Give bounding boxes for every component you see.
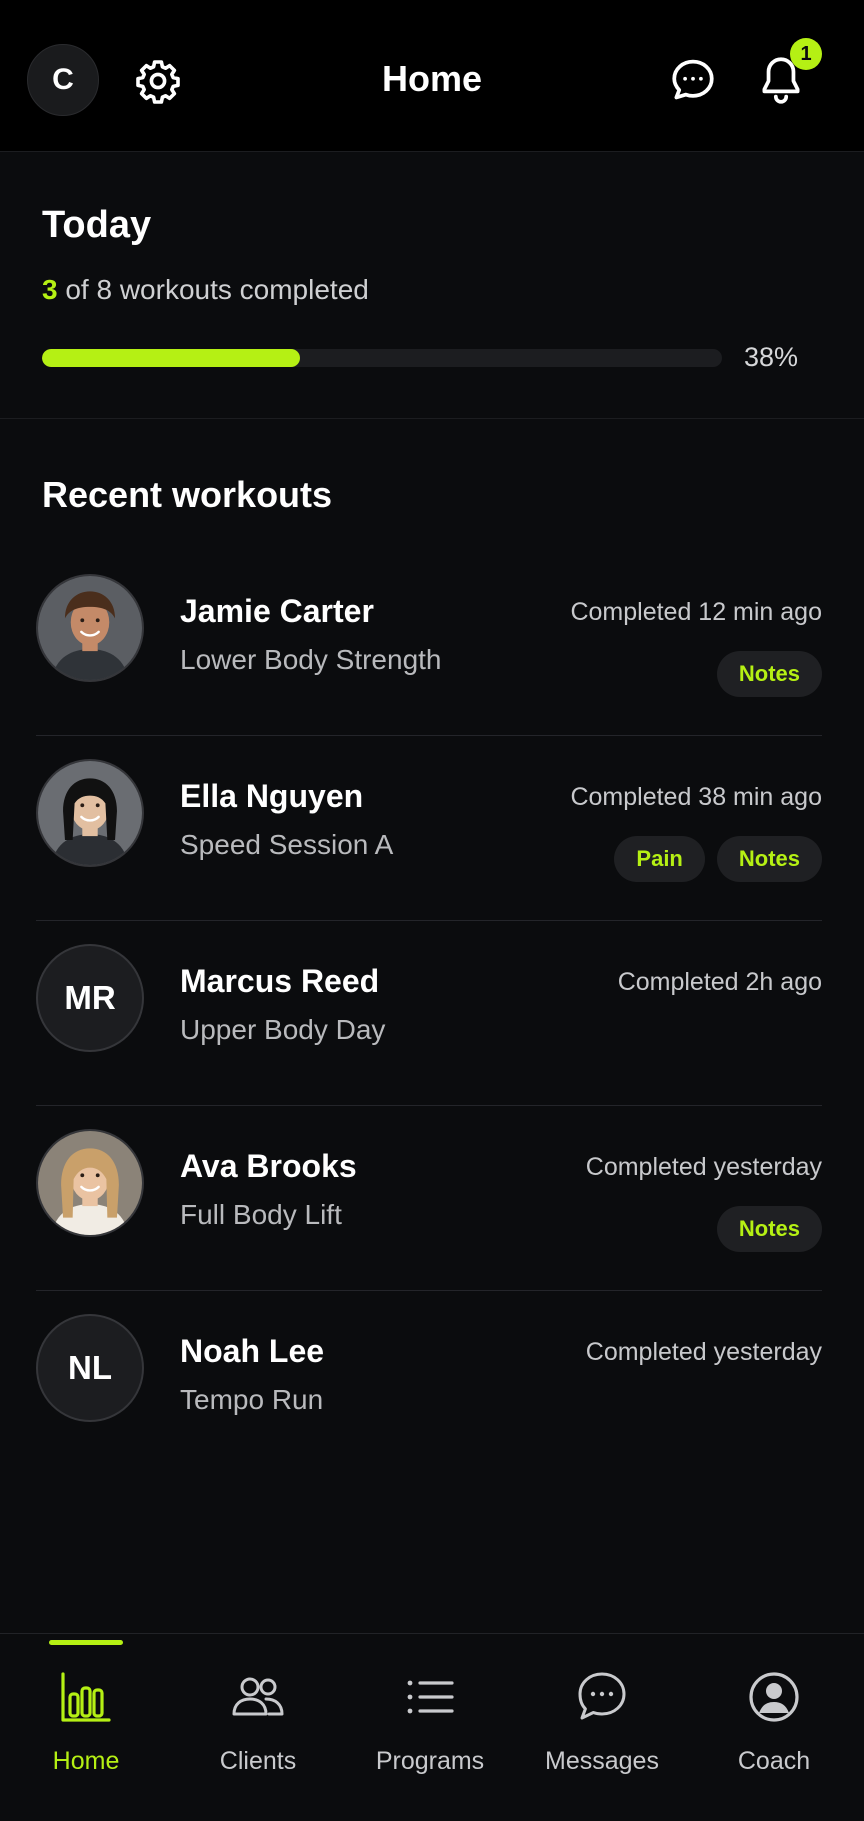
active-tab-indicator — [49, 1640, 123, 1645]
completed-time: Completed yesterday — [585, 1338, 822, 1366]
recent-workouts-list: Jamie Carter Lower Body Strength Completed… — [36, 551, 822, 1476]
workout-program: Lower Body Strength — [180, 644, 442, 675]
workout-row[interactable]: Jamie Carter Lower Body Strength Completed… — [36, 551, 822, 736]
notes-tag[interactable]: Notes — [716, 836, 822, 882]
pain-tag[interactable]: Pain — [614, 836, 705, 882]
app-screen: C Home 1 Today 3 of 8 workouts completed… — [0, 0, 864, 1821]
notes-tag[interactable]: Notes — [716, 1206, 822, 1252]
nav-label: Home — [52, 1747, 120, 1775]
nav-label: Programs — [375, 1747, 485, 1775]
workout-row[interactable]: Ella Nguyen Speed Session A Completed 38 m… — [36, 736, 822, 921]
workout-tags: Notes — [716, 1206, 822, 1252]
nav-label: Coach — [737, 1747, 811, 1775]
nav-item-coach[interactable]: Coach — [688, 1634, 860, 1821]
nav-item-home[interactable]: Home — [0, 1634, 172, 1821]
chat-bubble-icon — [573, 1668, 631, 1726]
workout-program: Speed Session A — [180, 829, 394, 860]
workout-row[interactable]: NL Noah Lee Tempo Run Completed yesterday — [36, 1291, 822, 1476]
workout-tags: Pain Notes — [614, 836, 822, 882]
notification-badge: 1 — [790, 38, 822, 70]
notes-tag[interactable]: Notes — [716, 651, 822, 697]
workout-row[interactable]: Ava Brooks Full Body Lift Completed yester… — [36, 1106, 822, 1291]
client-name: Jamie Carter — [180, 593, 374, 629]
top-bar: C Home 1 — [0, 0, 864, 152]
client-name: Marcus Reed — [180, 963, 380, 999]
users-icon — [229, 1668, 287, 1726]
today-title: Today — [42, 204, 152, 246]
chat-bubble-icon[interactable] — [668, 55, 718, 105]
client-avatar: NL — [36, 1314, 144, 1422]
completed-count: 3 — [42, 274, 58, 305]
completed-time: Completed 2h ago — [617, 968, 822, 996]
nav-item-programs[interactable]: Programs — [344, 1634, 516, 1821]
nav-label: Messages — [545, 1747, 659, 1775]
progress-bar — [42, 349, 722, 367]
workout-program: Tempo Run — [180, 1384, 324, 1415]
recent-workouts-title: Recent workouts — [42, 474, 333, 515]
client-name: Ella Nguyen — [180, 778, 364, 814]
completed-time: Completed 38 min ago — [570, 783, 822, 811]
workouts-summary: 3 of 8 workouts completed — [42, 274, 369, 306]
nav-item-clients[interactable]: Clients — [172, 1634, 344, 1821]
client-avatar: MR — [36, 944, 144, 1052]
nav-item-messages[interactable]: Messages — [516, 1634, 688, 1821]
workout-program: Upper Body Day — [180, 1014, 386, 1045]
completed-time: Completed yesterday — [585, 1153, 822, 1181]
list-icon — [401, 1668, 459, 1726]
bottom-navigation: Home Clients Programs Messages Coach — [0, 1633, 864, 1821]
workout-program: Full Body Lift — [180, 1199, 342, 1230]
client-name: Ava Brooks — [180, 1148, 357, 1184]
client-name: Noah Lee — [180, 1333, 325, 1369]
workout-row[interactable]: MR Marcus Reed Upper Body Day Completed 2h … — [36, 921, 822, 1106]
user-circle-icon — [745, 1668, 803, 1726]
workout-tags: Notes — [716, 651, 822, 697]
summary-text: of 8 workouts completed — [57, 274, 369, 305]
progress-fill — [42, 349, 301, 367]
client-avatar — [36, 574, 144, 682]
completed-time: Completed 12 min ago — [570, 598, 822, 626]
progress-percent: 38% — [744, 342, 799, 372]
nav-label: Clients — [219, 1747, 297, 1775]
bar-chart-icon — [57, 1668, 115, 1726]
today-card: Today 3 of 8 workouts completed 38% — [0, 152, 864, 419]
client-avatar — [36, 1129, 144, 1237]
page-title: Home — [381, 58, 483, 99]
client-avatar — [36, 759, 144, 867]
